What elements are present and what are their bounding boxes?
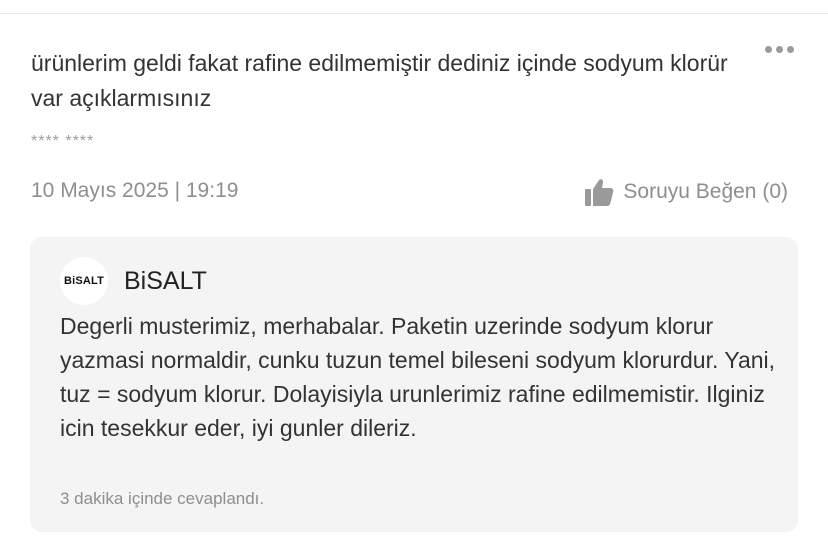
thumbs-up-icon	[585, 179, 614, 206]
seller-name: BiSALT	[124, 266, 207, 295]
answer-text: Degerli musterimiz, merhabalar. Paketin …	[60, 313, 776, 441]
answered-time: 3 dakika içinde cevaplandı.	[60, 489, 265, 508]
more-dots-icon	[765, 46, 772, 53]
question-text: ürünlerim geldi fakat rafine edilmemişti…	[31, 50, 728, 111]
question-author: **** ****	[31, 133, 95, 150]
seller-header: BiSALT BiSALT	[60, 257, 207, 305]
seller-logo: BiSALT	[60, 257, 108, 305]
like-question-label: Soruyu Beğen (0)	[623, 180, 788, 203]
top-divider	[0, 13, 828, 14]
more-options-button[interactable]	[763, 44, 796, 55]
question-date: 10 Mayıs 2025 | 19:19	[31, 179, 239, 202]
like-question-button[interactable]: Soruyu Beğen (0)	[583, 176, 788, 208]
seller-answer-card: BiSALT BiSALT Degerli musterimiz, merhab…	[30, 237, 798, 532]
